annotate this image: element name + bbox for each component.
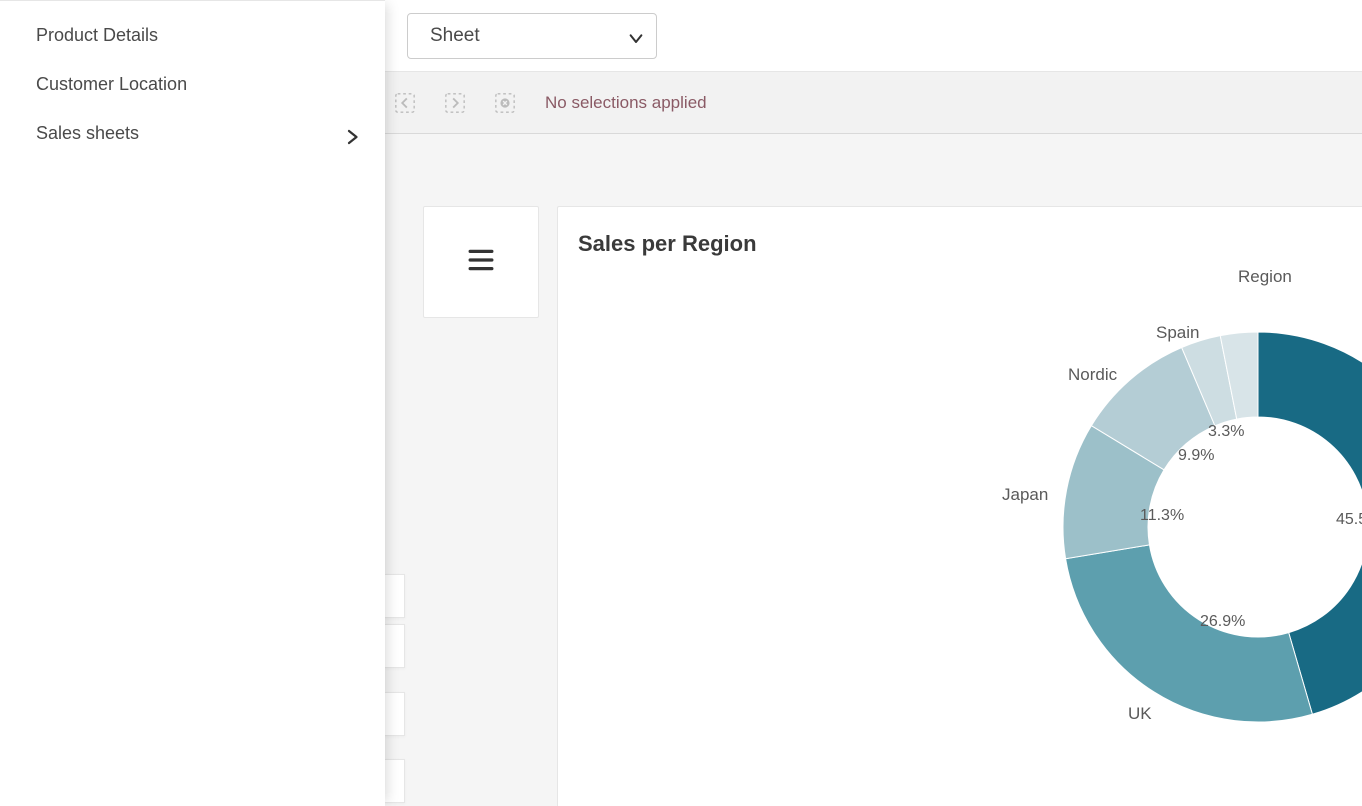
- selection-clear-icon[interactable]: [489, 87, 521, 119]
- filter-panel-toggle[interactable]: [423, 206, 539, 318]
- slice-label-spain: Spain: [1156, 323, 1199, 343]
- sidebar-item-label: Customer Location: [36, 74, 187, 95]
- selection-back-icon[interactable]: [389, 87, 421, 119]
- selections-bar: No selections applied: [385, 72, 1362, 134]
- sheet-dropdown-label: Sheet: [430, 25, 480, 47]
- hidden-panel-stub: [385, 624, 405, 668]
- sheet-nav-sidebar: Product Details Customer Location Sales …: [0, 0, 385, 806]
- chart-legend-title: Region: [1238, 267, 1292, 287]
- slice-label-uk: UK: [1128, 704, 1152, 724]
- chart-card[interactable]: Sales per Region Region USA UK Japan Nor…: [557, 206, 1362, 806]
- chart-title: Sales per Region: [578, 231, 1362, 257]
- canvas: Sales per Region Region USA UK Japan Nor…: [385, 134, 1362, 806]
- chevron-down-icon: [628, 30, 640, 42]
- selections-message: No selections applied: [545, 93, 707, 113]
- chevron-right-icon: [343, 128, 355, 140]
- hidden-panel-stub: [385, 759, 405, 803]
- slice-uk[interactable]: [1066, 545, 1313, 722]
- content-area: Sheet No selections applied: [385, 0, 1362, 806]
- slice-label-nordic: Nordic: [1068, 365, 1117, 385]
- sidebar-item-label: Product Details: [36, 25, 158, 46]
- pct-label-japan: 11.3%: [1140, 507, 1184, 525]
- menu-icon: [467, 247, 495, 278]
- pct-label-spain: 3.3%: [1208, 423, 1244, 441]
- pct-label-nordic: 9.9%: [1178, 447, 1214, 465]
- selection-forward-icon[interactable]: [439, 87, 471, 119]
- sidebar-item-product-details[interactable]: Product Details: [0, 1, 385, 60]
- pct-label-uk: 26.9%: [1200, 613, 1245, 631]
- sidebar-item-label: Sales sheets: [36, 123, 139, 144]
- donut-chart[interactable]: USA UK Japan Nordic Spain 45.5% 26.9% 11…: [838, 297, 1362, 806]
- sidebar-item-sales-sheets[interactable]: Sales sheets: [0, 109, 385, 158]
- hidden-panel-stub: [385, 692, 405, 736]
- sheet-dropdown[interactable]: Sheet: [407, 13, 657, 59]
- pct-label-usa: 45.5%: [1336, 511, 1362, 529]
- sidebar-item-customer-location[interactable]: Customer Location: [0, 60, 385, 109]
- topbar: Sheet: [385, 0, 1362, 72]
- hidden-panel-stub: [385, 574, 405, 618]
- slice-label-japan: Japan: [1002, 485, 1048, 505]
